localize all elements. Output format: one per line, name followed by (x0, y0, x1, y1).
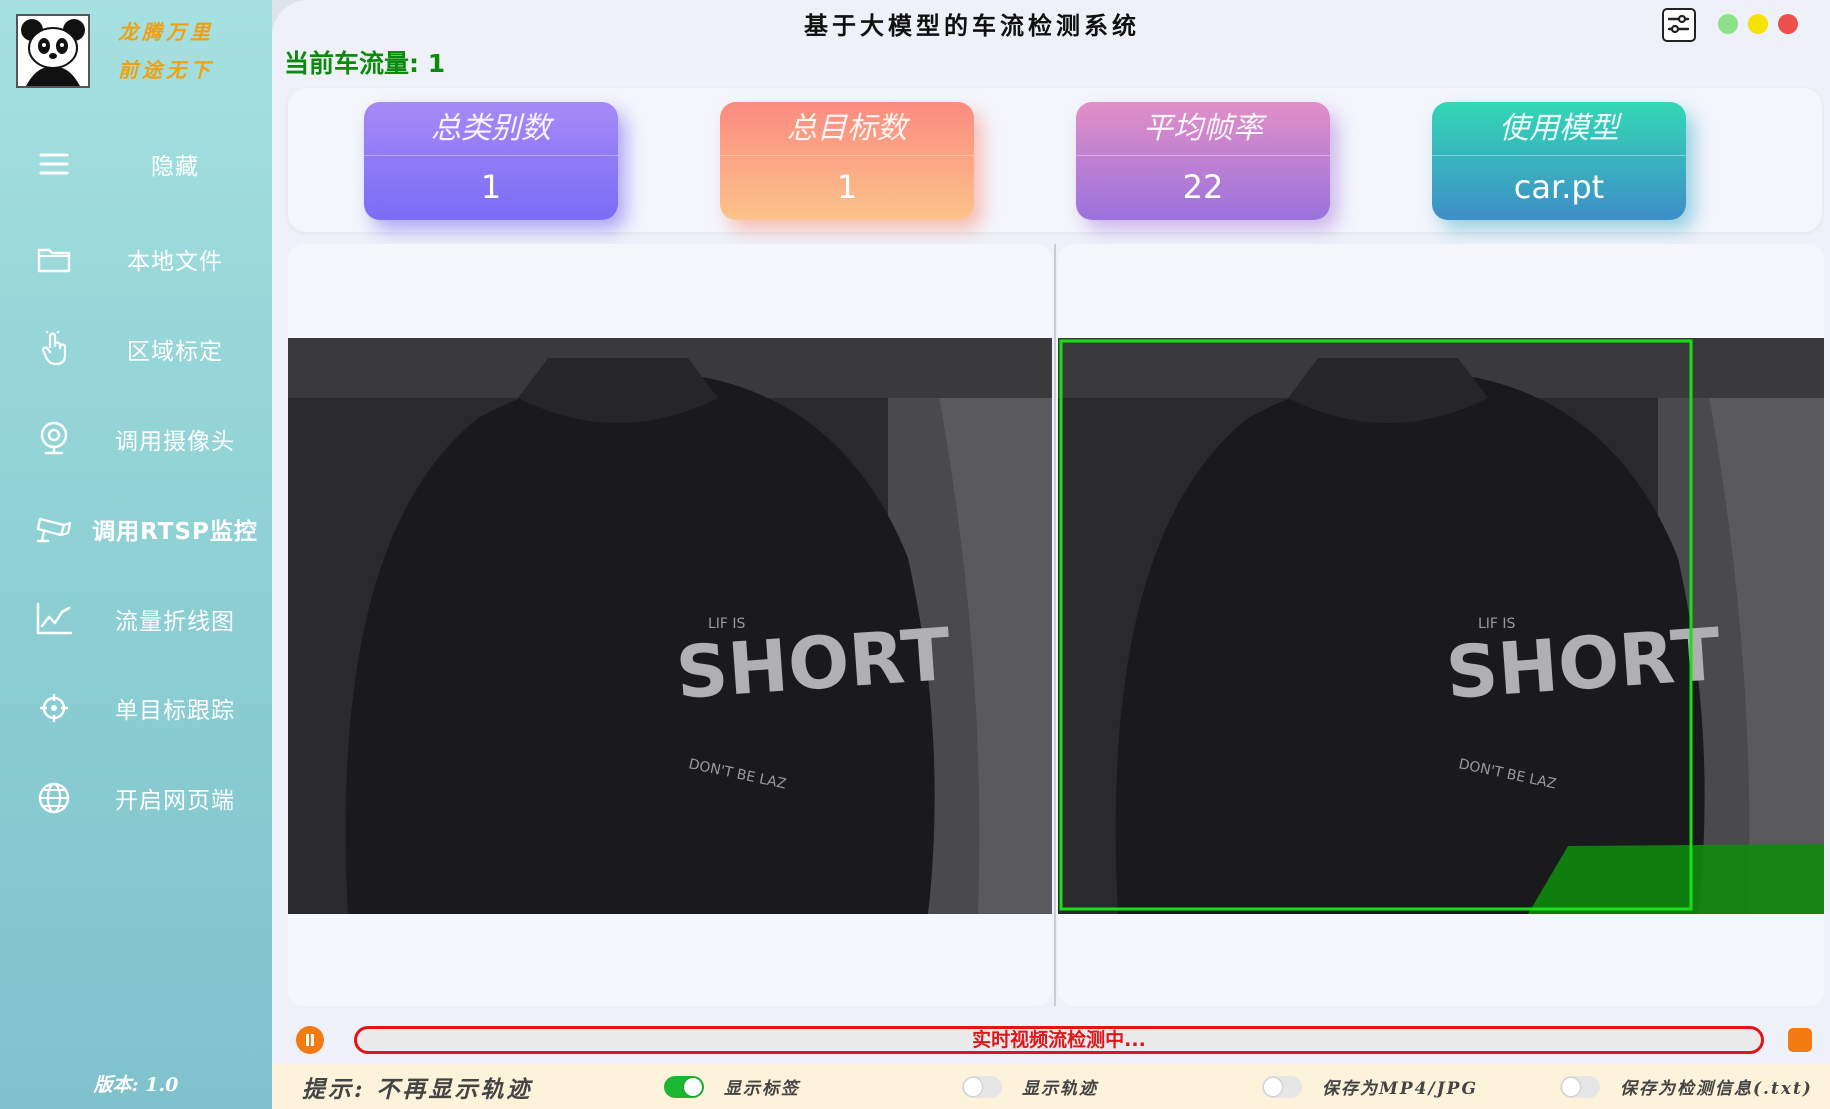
webcam-icon (34, 419, 74, 459)
stat-card-avg-fps: 平均帧率 22 (1076, 102, 1330, 220)
stat-card-title: 使用模型 (1432, 102, 1686, 156)
main-panel: 基于大模型的车流检测系统 当前车流量: 1 总类别数 1 总目标数 1 平均帧率… (272, 0, 1830, 1109)
stat-card-model: 使用模型 car.pt (1432, 102, 1686, 220)
stat-card-value: 22 (1182, 168, 1224, 206)
stat-card-value: car.pt (1513, 168, 1605, 206)
show-labels-toggle[interactable] (664, 1076, 704, 1098)
detection-video-frame: SHORT LIF IS DON'T BE LAZ (1058, 338, 1824, 914)
save-media-toggle[interactable] (1262, 1076, 1302, 1098)
tip-text: 提示: 不再显示轨迹 (302, 1076, 533, 1103)
sidebar-item-label: 单目标跟踪 (115, 698, 235, 724)
crosshair-icon (34, 688, 74, 728)
page-title: 基于大模型的车流检测系统 (804, 11, 1140, 40)
version-label: 版本: 1.0 (93, 1074, 179, 1096)
sidebar-item-camera[interactable]: 调用摄像头 (0, 407, 272, 471)
maximize-dot[interactable] (1748, 14, 1768, 34)
toggle-knob (1562, 1078, 1580, 1096)
save-txt-label: 保存为检测信息(.txt) (1620, 1079, 1813, 1099)
panda-avatar (16, 14, 90, 88)
sidebar-item-local-file[interactable]: 本地文件 (0, 227, 272, 291)
settings-button[interactable] (1662, 8, 1696, 42)
stat-card-value: 1 (480, 168, 502, 206)
stat-card-total-targets: 总目标数 1 (720, 102, 974, 220)
sidebar-item-label: 流量折线图 (115, 609, 235, 635)
options-footer: 提示: 不再显示轨迹 显示标签 显示轨迹 保存为MP4/JPG 保存为检测信息(… (272, 1064, 1830, 1109)
svg-text:LIF IS: LIF IS (1478, 616, 1516, 632)
cctv-camera-icon (34, 509, 74, 549)
hand-pointer-icon (34, 329, 74, 369)
sidebar-item-label: 本地文件 (127, 249, 223, 275)
show-trajectory-label: 显示轨迹 (1022, 1079, 1098, 1099)
stop-button[interactable] (1788, 1028, 1812, 1052)
sidebar-item-label: 开启网页端 (115, 788, 235, 814)
detection-video-panel: SHORT LIF IS DON'T BE LAZ (1058, 244, 1824, 1006)
sidebar-item-rtsp[interactable]: 调用RTSP监控 (0, 497, 272, 561)
stat-card-title: 平均帧率 (1076, 102, 1330, 156)
sidebar-item-hide[interactable]: 隐藏 (0, 132, 272, 196)
stats-panel: 总类别数 1 总目标数 1 平均帧率 22 使用模型 car.pt (288, 88, 1822, 232)
detection-progress-bar: 实时视频流检测中... (354, 1026, 1764, 1054)
sidebar-item-region-calibration[interactable]: 区域标定 (0, 317, 272, 381)
save-media-label: 保存为MP4/JPG (1322, 1079, 1478, 1099)
sidebar-item-label: 区域标定 (127, 339, 223, 365)
stat-card-title: 总目标数 (720, 102, 974, 156)
save-txt-toggle[interactable] (1560, 1076, 1600, 1098)
show-labels-label: 显示标签 (724, 1079, 800, 1099)
brand-slogan-line-2: 前途无下 (118, 58, 214, 82)
show-trajectory-toggle[interactable] (962, 1076, 1002, 1098)
source-video-frame: SHORT LIF IS DON'T BE LAZ (288, 338, 1052, 914)
globe-icon (34, 778, 74, 818)
toggle-knob (1264, 1078, 1282, 1096)
sidebar-item-label: 调用RTSP监控 (92, 519, 258, 545)
panda-logo-icon (18, 16, 88, 86)
current-flow-count: 当前车流量: 1 (284, 49, 446, 78)
toggle-knob (964, 1078, 982, 1096)
svg-text:LIF IS: LIF IS (708, 616, 746, 632)
toggle-knob (684, 1078, 702, 1096)
line-chart-icon (34, 599, 74, 639)
brand-slogan-line-1: 龙腾万里 (118, 20, 214, 44)
source-video-panel: SHORT LIF IS DON'T BE LAZ (288, 244, 1052, 1006)
folder-icon (34, 239, 74, 279)
panel-divider (1054, 244, 1056, 1006)
sliders-icon (1667, 14, 1690, 34)
close-dot[interactable] (1778, 14, 1798, 34)
sidebar-item-single-target-tracking[interactable]: 单目标跟踪 (0, 676, 272, 740)
stat-card-value: 1 (836, 168, 858, 206)
sidebar-item-flow-chart[interactable]: 流量折线图 (0, 587, 272, 651)
sidebar: 龙腾万里 前途无下 隐藏 本地文件 区域标定 调用摄像头 调用RTSP监控 流量… (0, 0, 272, 1109)
sidebar-item-label: 隐藏 (151, 154, 199, 180)
sidebar-item-label: 调用摄像头 (115, 429, 235, 455)
stat-card-title: 总类别数 (364, 102, 618, 156)
menu-icon (34, 144, 74, 184)
minimize-dot[interactable] (1718, 14, 1738, 34)
pause-button[interactable] (296, 1026, 324, 1054)
stat-card-total-classes: 总类别数 1 (364, 102, 618, 220)
sidebar-item-web[interactable]: 开启网页端 (0, 766, 272, 830)
